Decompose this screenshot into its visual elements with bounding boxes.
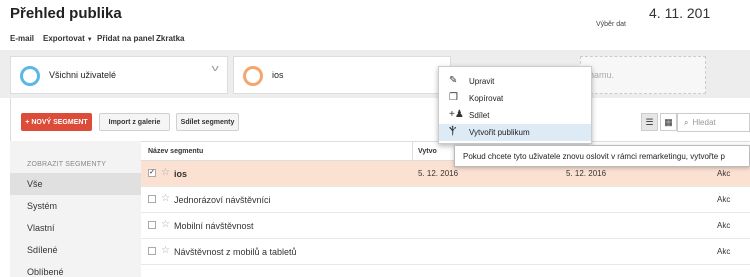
star-icon[interactable]: ☆ bbox=[161, 167, 170, 178]
segment-name[interactable]: Jednorázoví návštěvníci bbox=[174, 195, 271, 205]
new-segment-button[interactable]: + NOVÝ SEGMENT bbox=[21, 113, 92, 131]
segment-context-menu: ✎ Upravit ❐ Kopírovat +♟ Sdílet Ⲯ Vytvoř… bbox=[438, 66, 592, 144]
star-icon[interactable]: ☆ bbox=[161, 219, 170, 230]
menu-item-create-audience[interactable]: Ⲯ Vytvořit publikum bbox=[439, 124, 591, 141]
row-checkbox[interactable]: ✓ bbox=[148, 169, 156, 177]
menu-item-label: Upravit bbox=[469, 77, 495, 86]
created-date: 5. 12. 2016 bbox=[418, 169, 459, 178]
pencil-icon: ✎ bbox=[449, 75, 458, 86]
menu-item-copy[interactable]: ❐ Kopírovat bbox=[439, 90, 591, 107]
menu-item-share[interactable]: +♟ Sdílet bbox=[439, 107, 591, 124]
modified-date: 5. 12. 2016 bbox=[566, 169, 607, 178]
sidebar-item-all[interactable]: Vše bbox=[27, 179, 43, 189]
sidebar-item-custom[interactable]: Vlastní bbox=[27, 223, 55, 233]
segment-name[interactable]: Mobilní návštěvnost bbox=[174, 221, 254, 231]
segment-name[interactable]: Návštěvnost z mobilů a tabletů bbox=[174, 247, 297, 257]
menu-item-label: Sdílet bbox=[469, 111, 490, 120]
add-to-dashboard-button[interactable]: Přidat na panel bbox=[97, 34, 154, 43]
row-action[interactable]: Akc bbox=[717, 247, 730, 256]
shortcut-button[interactable]: Zkratka bbox=[156, 34, 184, 43]
date-range[interactable]: 4. 11. 201 bbox=[649, 5, 710, 21]
sidebar-item-favorites[interactable]: Oblíbené bbox=[27, 267, 64, 277]
sidebar-item-system[interactable]: Systém bbox=[27, 201, 57, 211]
menu-item-edit[interactable]: ✎ Upravit bbox=[439, 73, 591, 90]
list-view-icon[interactable]: ☰ bbox=[641, 113, 658, 131]
create-audience-tooltip: Pokud chcete tyto uživatele znovu oslovi… bbox=[454, 145, 750, 167]
page-title: Přehled publika bbox=[10, 5, 122, 22]
table-row[interactable]: ☆ Jednorázoví návštěvníci Akc bbox=[141, 187, 750, 213]
fork-icon: Ⲯ bbox=[449, 126, 457, 137]
share-segments-button[interactable]: Sdílet segmenty bbox=[176, 113, 239, 131]
copy-icon: ❐ bbox=[449, 92, 458, 103]
share-user-icon: +♟ bbox=[449, 109, 464, 120]
star-icon[interactable]: ☆ bbox=[161, 193, 170, 204]
column-header-name[interactable]: Název segmentu bbox=[148, 148, 203, 155]
menu-item-label: Kopírovat bbox=[469, 94, 504, 103]
import-gallery-button[interactable]: Import z galerie bbox=[99, 113, 170, 131]
segment-bar: Všichni uživatelé v ios hamu. bbox=[0, 50, 750, 98]
row-checkbox[interactable] bbox=[148, 247, 156, 255]
segment-ring-icon bbox=[243, 66, 263, 86]
column-header-created[interactable]: Vytvo bbox=[418, 148, 437, 155]
search-placeholder: Hledat bbox=[692, 118, 716, 127]
view-label: Výběr dat bbox=[596, 21, 626, 28]
export-button[interactable]: Exportovat ▼ bbox=[43, 34, 93, 43]
segment-ios[interactable]: ios bbox=[233, 56, 451, 94]
row-action[interactable]: Akc bbox=[717, 221, 730, 230]
sidebar-heading: ZOBRAZIT SEGMENTY bbox=[27, 161, 107, 168]
star-icon[interactable]: ☆ bbox=[161, 245, 170, 256]
segment-sidebar: ZOBRAZIT SEGMENTY Vše Systém Vlastní Sdí… bbox=[10, 141, 141, 277]
add-segment-slot[interactable]: hamu. bbox=[580, 56, 706, 94]
export-label: Exportovat bbox=[43, 34, 85, 43]
segment-all-users[interactable]: Všichni uživatelé v bbox=[10, 56, 228, 94]
table-row[interactable]: ☆ Návštěvnost z mobilů a tabletů Akc bbox=[141, 239, 750, 265]
row-action[interactable]: Akc bbox=[717, 169, 730, 178]
caret-down-icon: ▼ bbox=[86, 37, 93, 43]
segment-name[interactable]: ios bbox=[174, 169, 187, 179]
segment-label: Všichni uživatelé bbox=[49, 70, 117, 80]
add-segment-label: hamu. bbox=[589, 70, 615, 80]
grid-view-icon[interactable]: ▦ bbox=[660, 113, 677, 131]
chevron-down-icon[interactable]: v bbox=[212, 63, 219, 73]
row-checkbox[interactable] bbox=[148, 195, 156, 203]
email-button[interactable]: E-mail bbox=[10, 34, 34, 43]
column-divider bbox=[412, 142, 413, 162]
search-input[interactable]: ⌕ Hledat bbox=[677, 113, 750, 132]
table-row[interactable]: ☆ Mobilní návštěvnost Akc bbox=[141, 213, 750, 239]
sidebar-item-shared[interactable]: Sdílené bbox=[27, 245, 58, 255]
search-icon: ⌕ bbox=[684, 118, 689, 127]
row-action[interactable]: Akc bbox=[717, 195, 730, 204]
report-toolbar: E-mail Exportovat ▼ Přidat na panel Zkrat… bbox=[0, 28, 750, 48]
row-checkbox[interactable] bbox=[148, 221, 156, 229]
menu-item-label: Vytvořit publikum bbox=[469, 128, 530, 137]
segment-ring-icon bbox=[20, 66, 40, 86]
segment-label: ios bbox=[272, 70, 284, 80]
